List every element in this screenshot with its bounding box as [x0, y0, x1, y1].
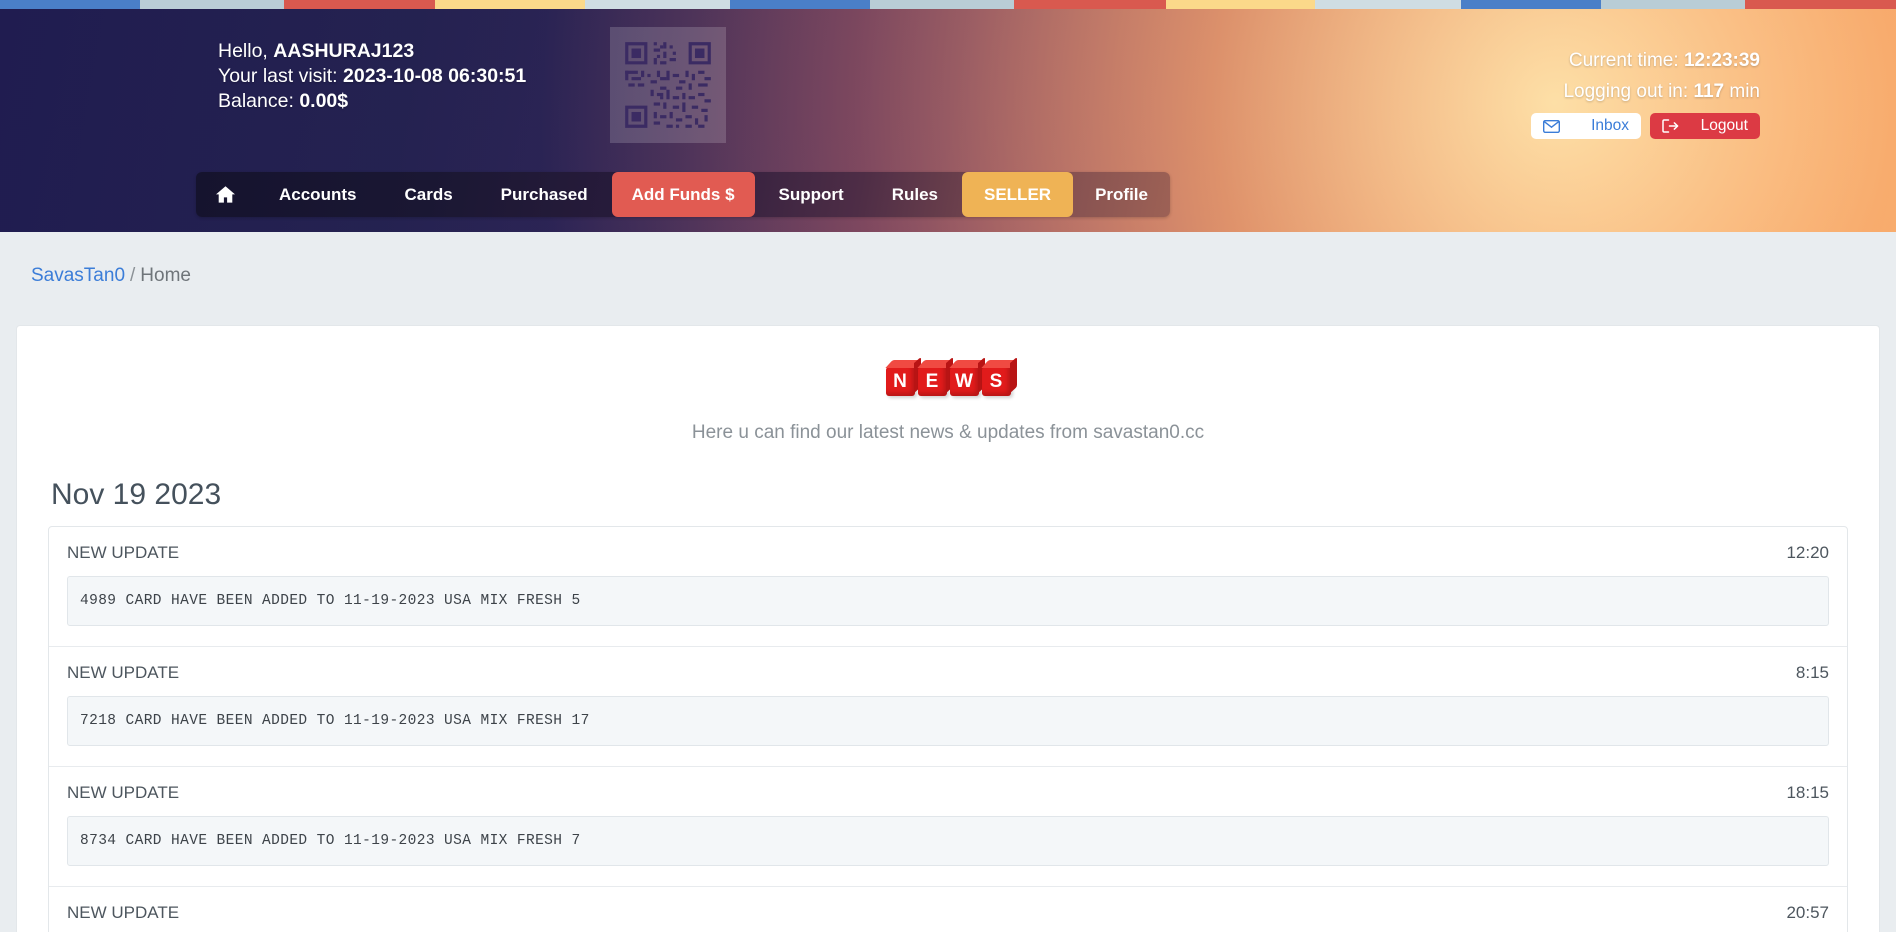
inbox-label: Inbox	[1591, 117, 1629, 134]
nav-item-accounts[interactable]: Accounts	[255, 172, 380, 217]
greeting-label: Hello,	[218, 40, 274, 62]
news-logo-letter: S	[981, 367, 1011, 396]
strip-segment	[1600, 0, 1745, 9]
breadcrumb-root-link[interactable]: SavasTan0	[31, 265, 125, 286]
news-update-title: NEW UPDATE	[67, 543, 180, 562]
inbox-button[interactable]: Inbox	[1531, 113, 1641, 139]
nav-item-label: SELLER	[984, 184, 1052, 204]
news-update-title: NEW UPDATE	[67, 783, 180, 802]
nav-item-home[interactable]	[196, 172, 255, 217]
logout-timer-unit: min	[1724, 81, 1760, 102]
logout-timer-label: Logging out in:	[1563, 81, 1694, 102]
balance-line: Balance: 0.00$	[218, 89, 526, 114]
nav-item-label: Purchased	[500, 184, 588, 204]
current-time-line: Current time: 12:23:39	[1531, 45, 1760, 76]
news-update-title: NEW UPDATE	[67, 903, 180, 922]
sign-out-icon	[1662, 119, 1679, 133]
strip-segment	[1014, 0, 1166, 9]
news-update-header: NEW UPDATE 12:20	[67, 543, 1829, 563]
news-logo-letter-glyph: E	[925, 370, 939, 392]
news-logo-letter: N	[885, 367, 915, 396]
news-update-header: NEW UPDATE 20:57	[67, 903, 1829, 923]
strip-segment	[283, 0, 436, 9]
logout-timer-line: Logging out in: 117 min	[1531, 76, 1760, 107]
breadcrumb-separator: /	[130, 265, 136, 286]
news-logo-letter-glyph: W	[955, 370, 973, 392]
strip-segment	[584, 0, 731, 9]
news-update-time: 12:20	[1786, 543, 1829, 562]
nav-item-add-funds[interactable]: Add Funds $	[611, 172, 755, 217]
news-date-heading: Nov 19 2023	[51, 478, 222, 511]
balance-value: 0.00$	[299, 90, 349, 112]
news-logo-letter: E	[917, 367, 947, 396]
last-visit-label: Your last visit:	[218, 65, 343, 87]
news-update-text: 4989 CARD HAVE BEEN ADDED TO 11-19-2023 …	[67, 576, 1829, 626]
logout-timer-value: 117	[1693, 81, 1725, 102]
news-update-row: NEW UPDATE 8:15 7218 CARD HAVE BEEN ADDED …	[49, 647, 1847, 767]
nav-item-label: Profile	[1095, 184, 1148, 204]
breadcrumb: SavasTan0/Home	[31, 265, 191, 287]
news-update-row: NEW UPDATE20:572922 CARD HAVE BEEN ADDED…	[49, 887, 1847, 932]
news-update-text: 8734 CARD HAVE BEEN ADDED TO 11-19-2023 …	[67, 816, 1829, 866]
nav-item-cards[interactable]: Cards	[380, 172, 476, 217]
qr-code-icon	[625, 42, 711, 128]
strip-segment	[435, 0, 585, 9]
nav-item-purchased[interactable]: Purchased	[477, 172, 612, 217]
nav-item-seller[interactable]: SELLER	[962, 172, 1074, 217]
nav-item-label: Support	[778, 184, 844, 204]
top-color-strip	[0, 0, 1896, 9]
news-logo-letter: W	[949, 367, 979, 396]
main-navigation: Accounts Cards Purchased Add Funds $ Support…	[196, 172, 1170, 217]
strip-segment	[1165, 0, 1316, 9]
logout-button[interactable]: Logout	[1650, 113, 1760, 139]
strip-segment	[1460, 0, 1601, 9]
username: AASHURAJ123	[273, 40, 415, 62]
news-update-time: 18:15	[1786, 783, 1829, 802]
current-time-label: Current time:	[1568, 50, 1684, 71]
breadcrumb-current: Home	[140, 265, 191, 286]
balance-label: Balance:	[218, 90, 300, 112]
news-logo: NEWS	[17, 354, 1879, 396]
strip-segment	[730, 0, 871, 9]
nav-item-label: Add Funds $	[631, 184, 735, 204]
news-update-row: NEW UPDATE 18:15 8734 CARD HAVE BEEN ADDED…	[49, 767, 1847, 887]
news-update-text: 7218 CARD HAVE BEEN ADDED TO 11-19-2023 …	[67, 696, 1829, 746]
news-update-time: 20:57	[1786, 903, 1829, 922]
news-logo-letter-glyph: S	[989, 370, 1003, 392]
news-update-row: NEW UPDATE 12:20 4989 CARD HAVE BEEN ADDED…	[49, 527, 1847, 647]
news-update-title: NEW UPDATE	[67, 663, 180, 682]
nav-item-label: Accounts	[279, 184, 357, 204]
news-card: NEWS Here u can find our latest news & u…	[16, 325, 1880, 932]
strip-segment	[0, 0, 141, 9]
strip-segment	[1744, 0, 1896, 9]
logout-label: Logout	[1700, 117, 1748, 134]
current-time-value: 12:23:39	[1683, 50, 1760, 71]
last-visit-value: 2023-10-08 06:30:51	[343, 65, 527, 87]
user-info-block: Hello, AASHURAJ123 Your last visit: 2023…	[218, 39, 526, 114]
nav-item-label: Rules	[891, 184, 938, 204]
last-visit-line: Your last visit: 2023-10-08 06:30:51	[218, 64, 526, 89]
nav-item-support[interactable]: Support	[755, 172, 868, 217]
news-update-header: NEW UPDATE 18:15	[67, 783, 1829, 803]
header-actions: Inbox Logout	[1531, 113, 1760, 139]
breadcrumb-band: SavasTan0/Home	[0, 232, 1896, 325]
strip-segment	[140, 0, 284, 9]
news-update-list: NEW UPDATE 12:20 4989 CARD HAVE BEEN ADDED…	[48, 526, 1848, 932]
strip-segment	[1315, 0, 1461, 9]
nav-item-rules[interactable]: Rules	[868, 172, 962, 217]
greeting-line: Hello, AASHURAJ123	[218, 39, 526, 64]
envelope-icon	[1543, 119, 1560, 133]
session-info-block: Current time: 12:23:39 Logging out in: 1…	[1531, 45, 1760, 139]
news-update-time: 8:15	[1795, 663, 1829, 682]
news-subtitle: Here u can find our latest news & update…	[691, 422, 1205, 443]
news-update-header: NEW UPDATE 8:15	[67, 663, 1829, 683]
qr-code-panel	[610, 27, 726, 143]
nav-item-label: Cards	[404, 184, 453, 204]
nav-item-profile[interactable]: Profile	[1073, 172, 1170, 217]
news-logo-letter-glyph: N	[893, 370, 907, 392]
home-icon	[216, 186, 235, 203]
strip-segment	[870, 0, 1015, 9]
site-header: Hello, AASHURAJ123 Your last visit: 2023…	[0, 9, 1896, 232]
page-background: NEWS Here u can find our latest news & u…	[0, 325, 1896, 932]
